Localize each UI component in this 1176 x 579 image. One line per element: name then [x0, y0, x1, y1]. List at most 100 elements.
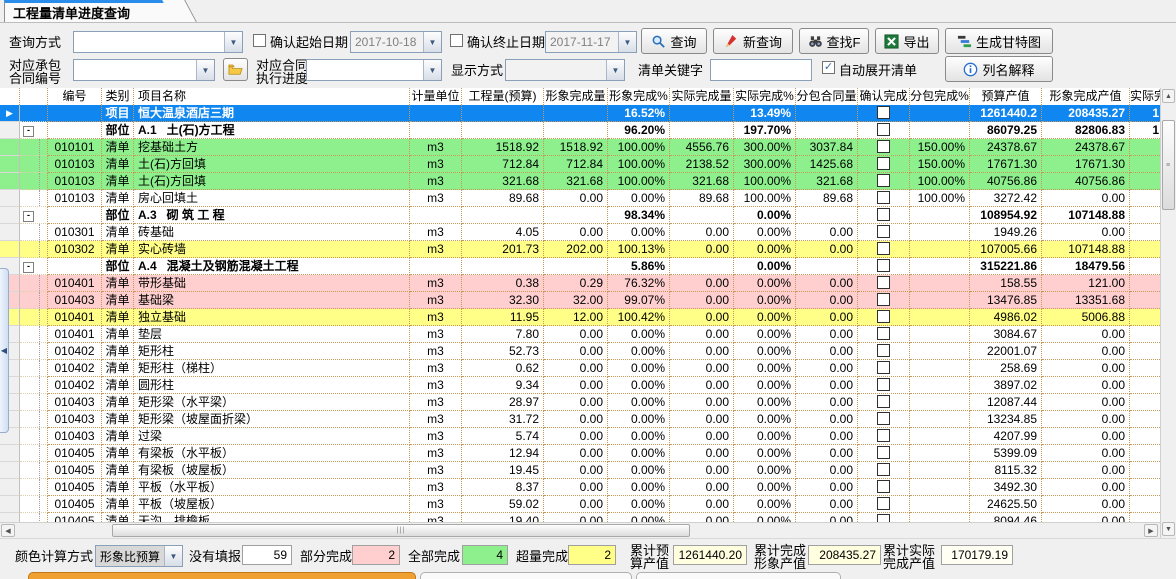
column-header-sub_qty[interactable]: 分包合同量 [796, 88, 858, 105]
confirm-complete-checkbox[interactable] [877, 174, 890, 187]
grid-row-item[interactable]: 010103清单房心回填土m389.680.000.00%89.68100.00… [0, 190, 1160, 207]
tree-cell[interactable]: - [20, 122, 48, 139]
grid-row-item[interactable]: 010402清单圆形柱m39.340.000.00%0.000.00%0.003… [0, 377, 1160, 394]
column-help-button[interactable]: 列名解释 [945, 56, 1053, 82]
confirm-complete-checkbox[interactable] [877, 463, 890, 476]
confirm-complete-checkbox[interactable] [877, 412, 890, 425]
confirm-end-checkbox[interactable] [450, 34, 463, 47]
query-mode-select[interactable]: ▼ [73, 31, 243, 53]
column-header-sub_pct[interactable]: 分包完成% [910, 88, 970, 105]
bottom-tab-2[interactable] [420, 572, 632, 579]
start-date-select[interactable]: 2017-10-18▼ [350, 31, 442, 53]
grid-row-item[interactable]: 010405清单有梁板（坡屋板）m319.450.000.00%0.000.00… [0, 462, 1160, 479]
grid-row-project[interactable]: ▶项目恒大温泉酒店三期16.52%13.49%1261440.2208435.2… [0, 105, 1160, 122]
grid-row-item[interactable]: 010405清单平板（坡屋板）m359.020.000.00%0.000.00%… [0, 496, 1160, 513]
column-header-img_val[interactable]: 形象完成产值 [1042, 88, 1130, 105]
export-button[interactable]: 导出 [875, 28, 939, 54]
confirm-complete-checkbox[interactable] [877, 208, 890, 221]
browse-contract-button[interactable] [223, 58, 248, 81]
grid-row-item[interactable]: 010405清单平板（水平板）m38.370.000.00%0.000.00%0… [0, 479, 1160, 496]
grid-row-item[interactable]: 010403清单过梁m35.740.000.00%0.000.00%0.0042… [0, 428, 1160, 445]
column-header-qty[interactable]: 工程量(预算) [462, 88, 544, 105]
column-header-act_pct[interactable]: 实际完成% [734, 88, 796, 105]
collapse-minus-icon[interactable]: - [23, 211, 34, 222]
grid-row-item[interactable]: 010405清单天沟、排檐板m319.400.000.00%0.000.00%0… [0, 513, 1160, 522]
grid-row-section[interactable]: -部位A.1 土(石)方工程96.20%197.70%86079.2582806… [0, 122, 1160, 139]
grid-row-item[interactable]: 010301清单砖基础m34.050.000.00%0.000.00%0.001… [0, 224, 1160, 241]
keyword-input[interactable] [710, 59, 812, 81]
grid-row-section[interactable]: -部位A.3 砌 筑 工 程98.34%0.00%108954.92107148… [0, 207, 1160, 224]
column-header-img_pct[interactable]: 形象完成% [608, 88, 670, 105]
contract-progress-select[interactable]: ▼ [306, 59, 442, 81]
confirm-start-checkbox[interactable] [253, 34, 266, 47]
column-header-no[interactable]: 编号 [48, 88, 102, 105]
column-header-unit[interactable]: 计量单位 [410, 88, 462, 105]
confirm-complete-checkbox[interactable] [877, 395, 890, 408]
confirm-complete-checkbox[interactable] [877, 497, 890, 510]
confirm-complete-checkbox[interactable] [877, 361, 890, 374]
tree-cell[interactable]: - [20, 258, 48, 275]
column-header-confirm[interactable]: 确认完成 [858, 88, 910, 105]
confirm-complete-checkbox[interactable] [877, 327, 890, 340]
scroll-right-arrow-icon[interactable]: ▶ [1144, 524, 1158, 537]
vertical-scroll-thumb[interactable]: ≡ [1162, 120, 1175, 210]
grid-row-item[interactable]: 010403清单矩形梁（水平梁）m328.970.000.00%0.000.00… [0, 394, 1160, 411]
display-mode-select[interactable]: ▼ [505, 59, 625, 81]
confirm-complete-checkbox[interactable] [877, 293, 890, 306]
grid-row-item[interactable]: 010103清单土(石)方回填m3712.84712.84100.00%2138… [0, 156, 1160, 173]
chevron-down-icon[interactable]: ▼ [164, 546, 182, 566]
scroll-up-arrow-icon[interactable]: ▲ [1162, 89, 1175, 103]
collapse-minus-icon[interactable]: - [23, 126, 34, 137]
column-header-cat[interactable]: 类别 [102, 88, 134, 105]
grid-row-item[interactable]: 010402清单矩形柱（梯柱）m30.620.000.00%0.000.00%0… [0, 360, 1160, 377]
grid-row-item[interactable]: 010302清单实心砖墙m3201.73202.00100.13%0.000.0… [0, 241, 1160, 258]
confirm-complete-checkbox[interactable] [877, 106, 890, 119]
confirm-complete-checkbox[interactable] [877, 480, 890, 493]
confirm-complete-checkbox[interactable] [877, 429, 890, 442]
column-header-budget[interactable]: 预算产值 [970, 88, 1042, 105]
collapse-minus-icon[interactable]: - [23, 262, 34, 273]
grid-row-item[interactable]: 010401清单带形基础m30.380.2976.32%0.000.00%0.0… [0, 275, 1160, 292]
grid-row-item[interactable]: 010401清单独立基础m311.9512.00100.42%0.000.00%… [0, 309, 1160, 326]
auto-expand-checkbox[interactable]: ✓ [822, 61, 835, 74]
confirm-complete-checkbox[interactable] [877, 378, 890, 391]
chevron-down-icon[interactable]: ▼ [423, 60, 441, 80]
tree-cell[interactable]: - [20, 207, 48, 224]
chevron-down-icon[interactable]: ▼ [423, 32, 441, 52]
confirm-complete-checkbox[interactable] [877, 276, 890, 289]
grid-row-item[interactable]: 010401清单垫层m37.800.000.00%0.000.00%0.0030… [0, 326, 1160, 343]
confirm-complete-checkbox[interactable] [877, 123, 890, 136]
confirm-complete-checkbox[interactable] [877, 259, 890, 272]
confirm-complete-checkbox[interactable] [877, 310, 890, 323]
confirm-complete-checkbox[interactable] [877, 344, 890, 357]
color-mode-select[interactable]: 形象比预算▼ [95, 545, 183, 567]
bottom-tab-3[interactable] [636, 572, 841, 579]
confirm-complete-checkbox[interactable] [877, 140, 890, 153]
grid-row-item[interactable]: 010402清单矩形柱m352.730.000.00%0.000.00%0.00… [0, 343, 1160, 360]
tab-quantity-list-progress[interactable]: 工程量清单进度查询 [4, 0, 180, 22]
column-header-act_qty[interactable]: 实际完成量 [670, 88, 734, 105]
column-header-img_qty[interactable]: 形象完成量 [544, 88, 608, 105]
left-panel-splitter[interactable]: ◀ [0, 268, 9, 433]
grid-row-section[interactable]: -部位A.4 混凝土及钢筋混凝土工程5.86%0.00%315221.86184… [0, 258, 1160, 275]
vertical-scrollbar[interactable]: ▲ ≡ ▼ [1160, 88, 1176, 538]
confirm-complete-checkbox[interactable] [877, 446, 890, 459]
confirm-complete-checkbox[interactable] [877, 191, 890, 204]
column-header-extra[interactable]: 实际完成产值 [1130, 88, 1164, 105]
chevron-down-icon[interactable]: ▼ [224, 32, 242, 52]
confirm-complete-checkbox[interactable] [877, 242, 890, 255]
column-header-name[interactable]: 项目名称 [134, 88, 410, 105]
query-button[interactable]: 查询 [641, 28, 707, 54]
chevron-down-icon[interactable]: ▼ [196, 60, 214, 80]
confirm-complete-checkbox[interactable] [877, 157, 890, 170]
grid-row-item[interactable]: 010101清单挖基础土方m31518.921518.92100.00%4556… [0, 139, 1160, 156]
horizontal-scroll-thumb[interactable]: ||| [112, 524, 690, 537]
confirm-complete-checkbox[interactable] [877, 225, 890, 238]
scroll-left-arrow-icon[interactable]: ◀ [1, 524, 15, 537]
grid-row-item[interactable]: 010405清单有梁板（水平板）m312.940.000.00%0.000.00… [0, 445, 1160, 462]
grid-row-item[interactable]: 010103清单土(石)方回填m3321.68321.68100.00%321.… [0, 173, 1160, 190]
generate-gantt-button[interactable]: 生成甘特图 [945, 28, 1053, 54]
horizontal-scrollbar[interactable]: ◀ ||| ▶ [0, 522, 1160, 538]
contract-no-select[interactable]: ▼ [73, 59, 215, 81]
end-date-select[interactable]: 2017-11-17▼ [545, 31, 637, 53]
